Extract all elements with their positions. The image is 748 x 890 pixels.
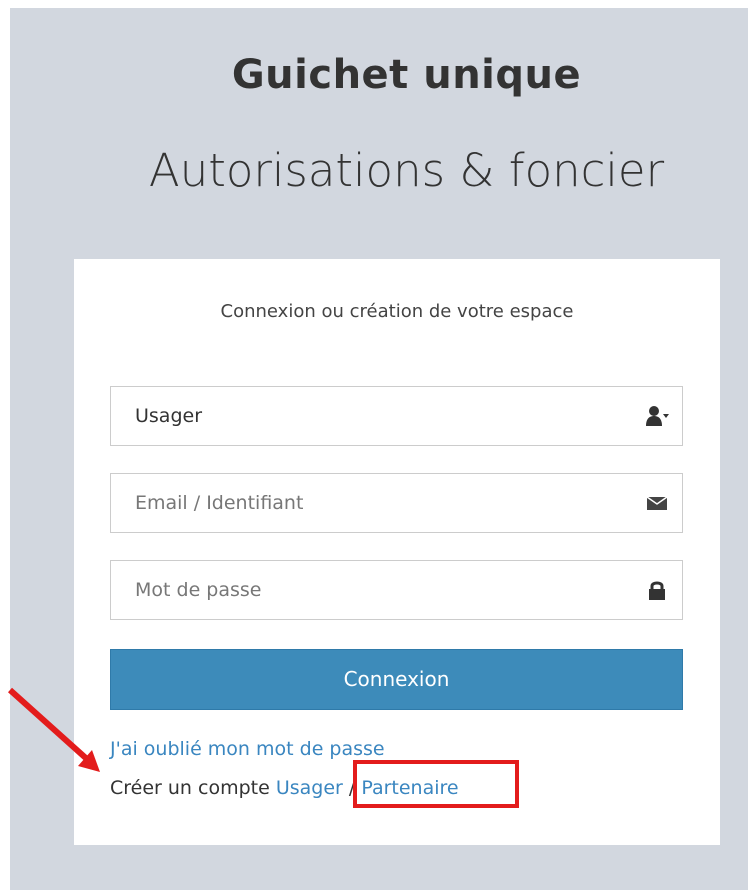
forgot-password-link[interactable]: J'ai oublié mon mot de passe	[110, 738, 385, 760]
email-field[interactable]: Email / Identifiant	[110, 473, 683, 533]
login-button[interactable]: Connexion	[110, 649, 683, 710]
envelope-icon	[646, 492, 668, 514]
create-account-label: Créer un compte	[110, 777, 270, 799]
user-type-select[interactable]: Usager	[110, 386, 683, 446]
annotation-arrow-icon	[7, 687, 100, 772]
password-field[interactable]: Mot de passe	[110, 560, 683, 620]
email-placeholder: Email / Identifiant	[135, 492, 304, 514]
lock-icon	[646, 579, 668, 601]
login-card: Connexion ou création de votre espace Us…	[74, 259, 720, 845]
annotation-highlight-box	[353, 760, 519, 808]
password-placeholder: Mot de passe	[135, 579, 262, 601]
login-heading: Connexion ou création de votre espace	[220, 301, 574, 322]
page-subtitle: Autorisations & foncier	[148, 144, 665, 197]
user-type-value: Usager	[135, 405, 203, 427]
create-usager-link[interactable]: Usager	[276, 777, 343, 799]
user-dropdown-icon	[646, 405, 669, 427]
page-title: Guichet unique	[231, 52, 582, 98]
